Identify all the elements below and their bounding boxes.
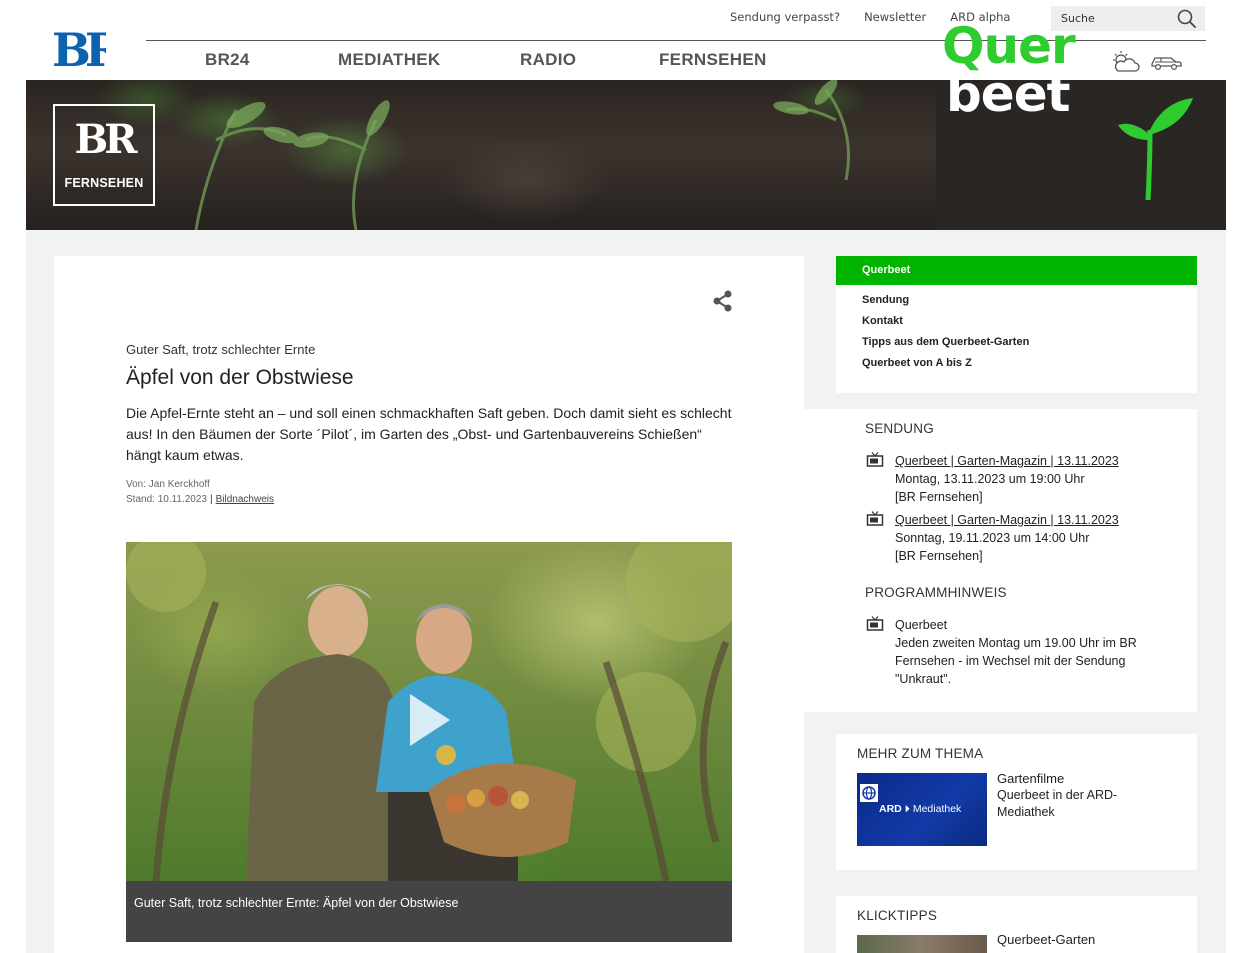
broadcast-title[interactable]: Querbeet | Garten-Magazin | 13.11.2023 <box>895 452 1119 470</box>
tv-icon <box>866 616 884 631</box>
article-meta: Stand: 10.11.2023 | Bildnachweis <box>126 494 274 505</box>
klicktipps-header: KLICKTIPPS <box>857 908 938 923</box>
br-logo[interactable]: BR <box>52 26 106 70</box>
teaser-kicker: Gartenfilme <box>997 771 1065 786</box>
mehr-zum-thema-teaser[interactable]: Gartenfilme Querbeet in der ARD- Mediath… <box>997 770 1187 821</box>
ard-mediathek-thumbnail[interactable]: ARD ⏵ Mediathek <box>857 773 987 846</box>
broadcast-channel: [BR Fernsehen] <box>895 490 983 504</box>
article-date: Stand: 10.11.2023 <box>126 494 207 505</box>
programm-line: Fernsehen - im Wechsel mit der Sendung <box>895 654 1126 668</box>
search-icon[interactable] <box>1177 9 1197 29</box>
external-link-icon <box>860 784 878 802</box>
programm-item: Querbeet Jeden zweiten Montag um 19.00 U… <box>895 616 1137 688</box>
nav-br24[interactable]: BR24 <box>205 50 250 70</box>
sidebar-nav-header[interactable]: Querbeet <box>836 256 1197 285</box>
article-teaser: Die Apfel-Ernte steht an – und soll eine… <box>126 405 732 463</box>
article-author: Von: Jan Kerckhoff <box>126 479 210 490</box>
play-icon[interactable] <box>404 690 454 750</box>
programm-title: Querbeet <box>895 618 948 632</box>
video-player[interactable] <box>126 542 732 881</box>
credits-link[interactable]: Bildnachweis <box>216 494 274 505</box>
tv-icon <box>866 452 884 467</box>
broadcast-item[interactable]: Querbeet | Garten-Magazin | 13.11.2023 M… <box>895 452 1119 506</box>
link-newsletter[interactable]: Newsletter <box>864 10 926 28</box>
klicktipp-title[interactable]: Querbeet-Garten <box>997 932 1095 947</box>
meta-separator: | <box>210 494 213 505</box>
broadcast-time: Sonntag, 19.11.2023 um 14:00 Uhr <box>895 531 1090 545</box>
broadcast-title[interactable]: Querbeet | Garten-Magazin | 13.11.2023 <box>895 511 1119 529</box>
br-fernsehen-logo-label: FERNSEHEN <box>64 176 144 190</box>
sendung-header: SENDUNG <box>865 421 934 436</box>
article-headline: Äpfel von der Obstwiese <box>126 366 354 389</box>
nav-fernsehen[interactable]: FERNSEHEN <box>659 50 767 70</box>
ard-product: Mediathek <box>912 803 962 815</box>
broadcast-item[interactable]: Querbeet | Garten-Magazin | 13.11.2023 S… <box>895 511 1119 565</box>
br-fernsehen-logo[interactable]: BR FERNSEHEN <box>53 104 155 206</box>
broadcast-time: Montag, 13.11.2023 um 19:00 Uhr <box>895 472 1085 486</box>
mehr-zum-thema-header: MEHR ZUM THEMA <box>857 746 984 761</box>
nav-mediathek[interactable]: MEDIATHEK <box>338 50 441 70</box>
querbeet-logo-line2: beet <box>946 65 1071 123</box>
sprout-icon <box>1118 98 1193 201</box>
programm-line: "Unkraut". <box>895 672 952 686</box>
br-logo-text: BR <box>52 26 106 70</box>
article-kicker: Guter Saft, trotz schlechter Ernte <box>126 342 316 357</box>
link-sendung-verpasst[interactable]: Sendung verpasst? <box>730 10 840 28</box>
video-caption: Guter Saft, trotz schlechter Ernte: Äpfe… <box>126 881 732 942</box>
ard-mediathek-logo: ARD ⏵ Mediathek <box>879 803 961 816</box>
teaser-title: Mediathek <box>997 805 1055 819</box>
teaser-title: Querbeet in der ARD- <box>997 788 1118 802</box>
klicktipp-thumbnail[interactable] <box>857 935 987 953</box>
programmhinweis-header: PROGRAMMHINWEIS <box>865 585 1007 600</box>
share-icon[interactable] <box>712 290 734 312</box>
tv-icon <box>866 511 884 526</box>
play-circle-icon: ⏵ <box>901 803 913 815</box>
broadcast-channel: [BR Fernsehen] <box>895 549 983 563</box>
sidebar-item-a-bis-z[interactable]: Querbeet von A bis Z <box>862 357 1029 378</box>
sidebar-item-kontakt[interactable]: Kontakt <box>862 315 1029 336</box>
sidebar-item-tipps[interactable]: Tipps aus dem Querbeet-Garten <box>862 336 1029 357</box>
ard-brand: ARD <box>879 803 902 815</box>
programm-line: Jeden zweiten Montag um 19.00 Uhr im BR <box>895 636 1137 650</box>
sidebar-item-sendung[interactable]: Sendung <box>862 294 1029 315</box>
sidebar-nav-list: Sendung Kontakt Tipps aus dem Querbeet-G… <box>862 294 1029 378</box>
nav-radio[interactable]: RADIO <box>520 50 576 70</box>
br-fernsehen-logo-mark: BR <box>74 116 137 163</box>
